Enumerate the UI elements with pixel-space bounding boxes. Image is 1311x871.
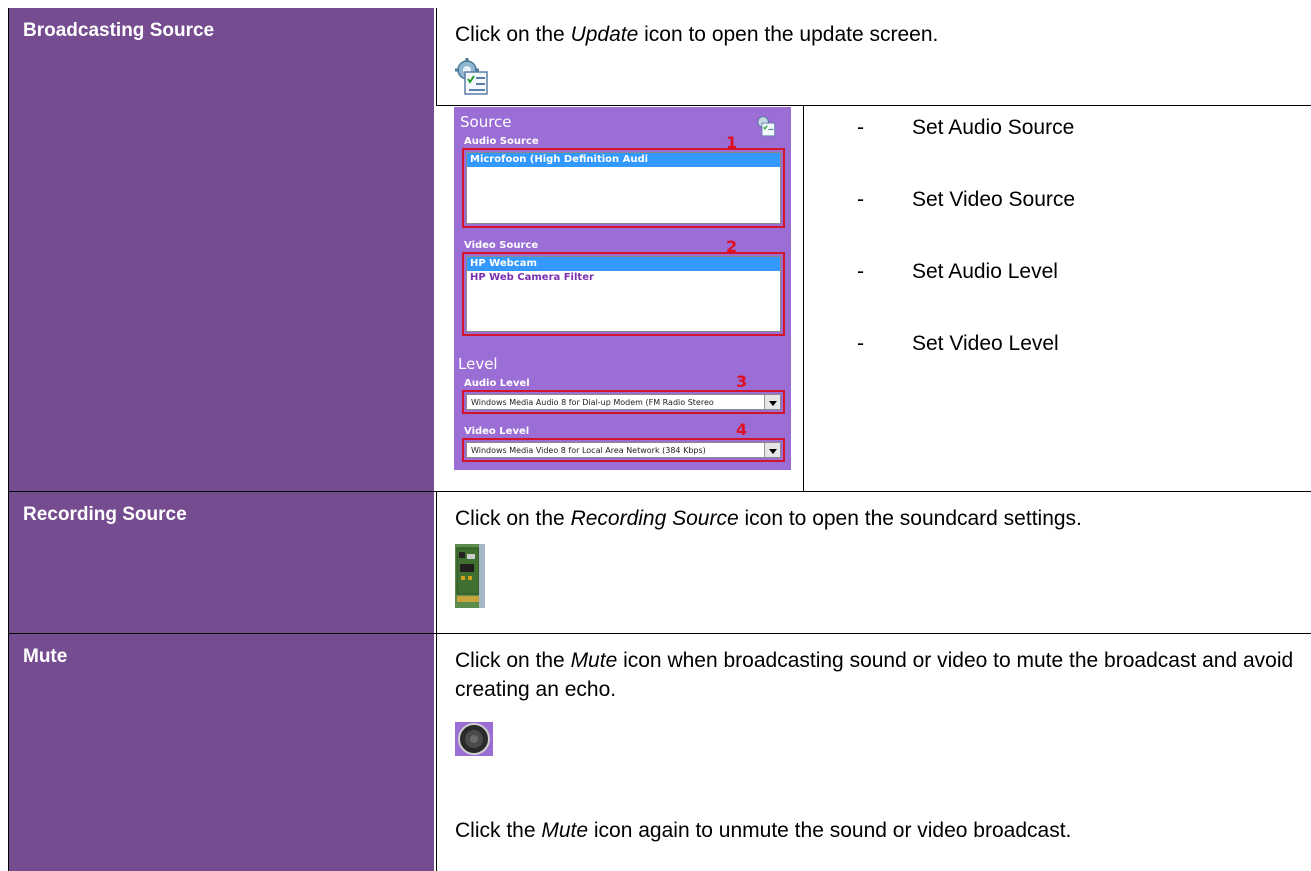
- video-level-highlight: Windows Media Video 8 for Local Area Net…: [462, 438, 785, 462]
- video-level-select[interactable]: Windows Media Video 8 for Local Area Net…: [466, 442, 781, 458]
- video-source-list[interactable]: HP Webcam HP Web Camera Filter: [466, 256, 781, 332]
- update-instruction: Click on the Update icon to open the upd…: [455, 23, 939, 46]
- recording-instruction: Click on the Recording Source icon to op…: [455, 507, 1082, 530]
- source-panel-screenshot: Source Audio Source 1 Microfoon (High De…: [454, 107, 791, 470]
- recording-source-label: Recording Source: [23, 504, 187, 525]
- row-label-mute: Mute: [9, 634, 434, 871]
- mute-label: Mute: [23, 646, 68, 667]
- broadcasting-source-label: Broadcasting Source: [23, 20, 215, 41]
- chevron-down-icon[interactable]: [764, 395, 780, 409]
- step-list: - Set Audio Source - Set Video Source - Set…: [857, 116, 1076, 355]
- update-settings-icon[interactable]: [455, 58, 489, 96]
- list-item[interactable]: HP Webcam: [467, 257, 780, 271]
- speaker-icon[interactable]: [455, 722, 493, 756]
- audio-level-label: Audio Level: [464, 378, 530, 389]
- source-settings-panel: Source Audio Source 1 Microfoon (High De…: [454, 107, 791, 470]
- mute-instruction: Click on the Mute icon when broadcasting…: [455, 649, 1294, 702]
- row-desc-recording: Click on the Recording Source icon to op…: [436, 492, 1311, 633]
- level-title: Level: [458, 355, 498, 373]
- audio-level-highlight: Windows Media Audio 8 for Dial-up Modem …: [462, 390, 785, 414]
- unmute-instruction: Click the Mute icon again to unmute the …: [455, 819, 1072, 842]
- list-item[interactable]: Microfoon (High Definition Audi: [467, 153, 780, 167]
- audio-source-label: Audio Source: [464, 136, 539, 147]
- audio-source-list[interactable]: Microfoon (High Definition Audi: [466, 152, 781, 224]
- divider: [803, 105, 804, 491]
- video-level-label: Video Level: [464, 426, 530, 437]
- panel-update-icon[interactable]: [756, 115, 776, 137]
- divider: [436, 105, 1311, 106]
- video-source-label: Video Source: [464, 240, 539, 251]
- chevron-down-icon[interactable]: [764, 443, 780, 457]
- video-source-highlight: HP Webcam HP Web Camera Filter: [462, 252, 785, 336]
- instruction-table: Broadcasting Source Click on the Update …: [8, 8, 1311, 871]
- row-label-recording: Recording Source: [9, 492, 434, 633]
- list-item[interactable]: HP Web Camera Filter: [467, 271, 780, 285]
- row-desc-mute: Click on the Mute icon when broadcasting…: [436, 634, 1311, 871]
- audio-level-select[interactable]: Windows Media Audio 8 for Dial-up Modem …: [466, 394, 781, 410]
- panel-title: Source: [460, 113, 512, 131]
- row-desc-broadcasting: Click on the Update icon to open the upd…: [436, 8, 1311, 105]
- marker-4: 4: [736, 420, 748, 439]
- marker-3: 3: [736, 372, 748, 391]
- audio-source-highlight: Microfoon (High Definition Audi: [462, 148, 785, 228]
- soundcard-icon[interactable]: [455, 544, 485, 608]
